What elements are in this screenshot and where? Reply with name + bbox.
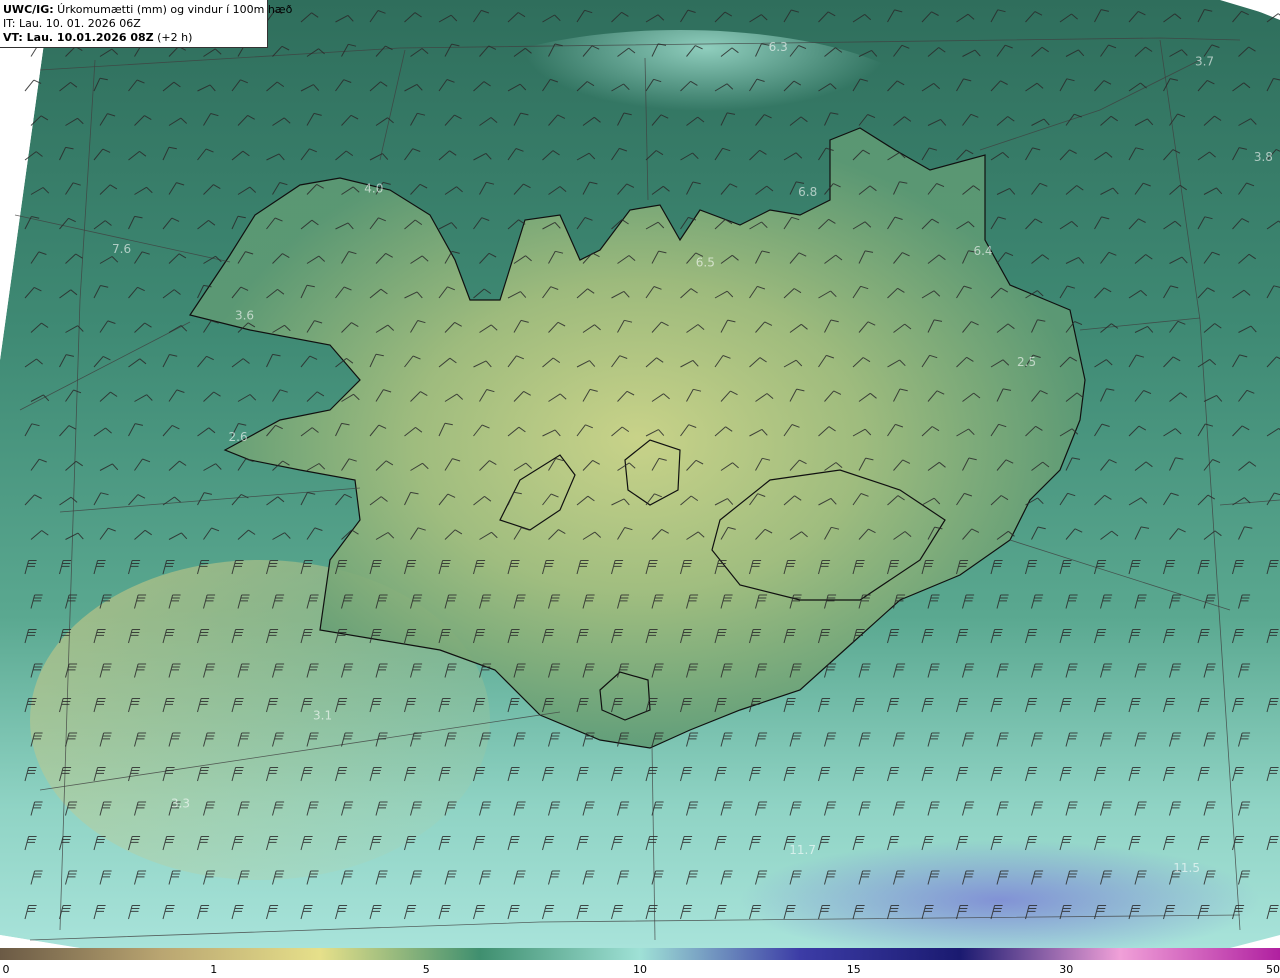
colorbar: 0 1 5 10 15 30 50: [0, 948, 1280, 978]
map-info-box: UWC/IG: Úrkomumætti (mm) og vindur í 100…: [0, 0, 292, 48]
map-value-label: 7.6: [112, 242, 131, 256]
map-value-label: 6.4: [973, 244, 992, 258]
map-value-label: 11.7: [789, 843, 816, 857]
map-value-label: 2.5: [1017, 355, 1036, 369]
colorbar-tick-label: 10: [633, 963, 647, 976]
valid-time-line: VT: Lau. 10.01.2026 08Z (+2 h): [3, 31, 264, 45]
map-value-label: 2.6: [229, 430, 248, 444]
colorbar-tick-label: 50: [1266, 963, 1280, 976]
precipitation-wind-map[interactable]: 6.3 3.7 3.8 4.0 6.8 7.6 6.5 6.4 3.6 2.5 2.6 3.1 3.3 1…: [0, 0, 1280, 948]
map-value-label: 4.0: [364, 181, 383, 195]
map-value-label: 6.8: [798, 185, 817, 199]
map-title: Úrkomumætti (mm) og vindur í 100m hæð: [53, 3, 293, 16]
map-value-label: 3.7: [1195, 54, 1214, 68]
map-value-label: 6.3: [769, 40, 788, 54]
map-value-label: 3.3: [171, 797, 190, 811]
colorbar-tick-label: 0: [2, 963, 10, 976]
title-line: UWC/IG: Úrkomumætti (mm) og vindur í 100…: [3, 3, 292, 17]
valid-time: VT: Lau. 10.01.2026 08Z: [3, 31, 154, 44]
map-value-label: 6.5: [696, 255, 715, 269]
map-value-label: 3.8: [1254, 150, 1273, 164]
colorbar-strip: [0, 948, 1280, 960]
colorbar-tick-label: 15: [846, 963, 861, 976]
valid-offset: (+2 h): [153, 31, 193, 44]
colorbar-tick-label: 30: [1059, 963, 1074, 976]
model-name: UWC/IG:: [3, 3, 54, 16]
colorbar-tick-label: 5: [422, 963, 430, 976]
map-value-label: 3.6: [235, 309, 254, 323]
issue-time: IT: Lau. 10. 01. 2026 06Z: [3, 17, 141, 30]
colorbar-tick-label: 1: [210, 963, 218, 976]
map-value-label: 3.1: [313, 709, 332, 723]
map-value-label: 11.5: [1173, 861, 1200, 875]
